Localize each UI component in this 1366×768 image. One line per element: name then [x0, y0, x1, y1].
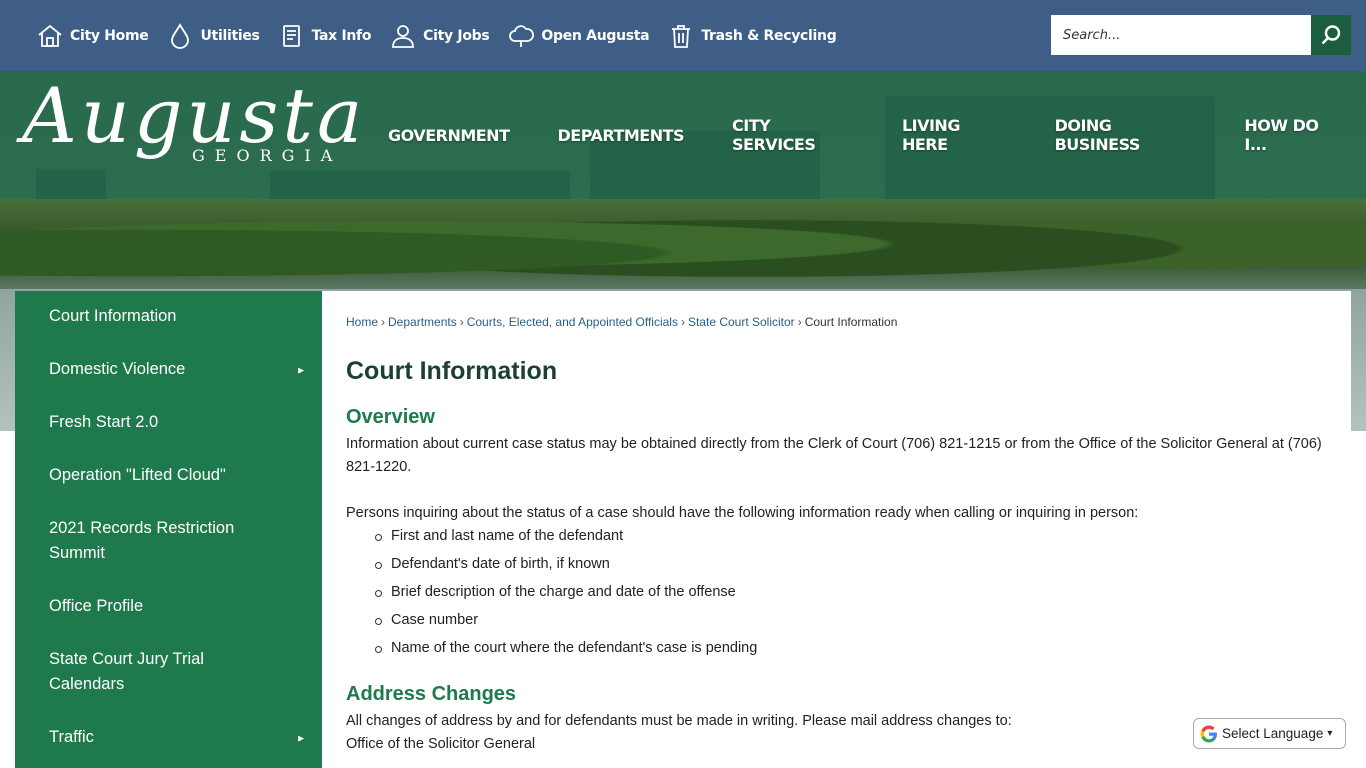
breadcrumb-current: Court Information — [804, 315, 898, 329]
breadcrumb-courts[interactable]: Courts, Elected, and Appointed Officials — [467, 315, 678, 329]
breadcrumb-separator: › — [797, 315, 802, 329]
tree-line-image — [0, 199, 1366, 289]
breadcrumb: Home › Departments › Courts, Elected, and Ap… — [346, 315, 1327, 329]
overview-paragraph: Information about current case status ma… — [346, 436, 1322, 475]
utility-link-label: Open Augusta — [541, 27, 650, 44]
search-button[interactable] — [1311, 15, 1351, 55]
utility-link-city-jobs[interactable]: City Jobs — [389, 22, 490, 50]
list-item: Name of the court where the defendant's … — [375, 637, 1327, 665]
breadcrumb-home[interactable]: Home — [346, 315, 378, 329]
nav-government[interactable]: GOVERNMENT — [364, 126, 533, 145]
nav-how-do-i[interactable]: HOW DO I... — [1220, 116, 1366, 154]
language-select[interactable]: Select Language ▾ — [1193, 718, 1346, 749]
person-icon — [392, 24, 415, 48]
utility-link-city-home[interactable]: City Home — [36, 22, 149, 50]
logo-script: Augusta — [22, 71, 367, 160]
sidebar-item-label: Court Information — [49, 307, 177, 325]
search-input[interactable] — [1051, 15, 1311, 55]
sidebar-item-traffic[interactable]: Traffic ► — [15, 712, 322, 765]
utility-link-tax-info[interactable]: Tax Info — [278, 22, 372, 50]
main-content: Home › Departments › Courts, Elected, and Ap… — [322, 291, 1351, 768]
nav-doing-business[interactable]: DOING BUSINESS — [1031, 116, 1221, 154]
chevron-down-icon: ▾ — [1327, 728, 1333, 739]
utility-link-trash-recycling[interactable]: Trash & Recycling — [667, 22, 837, 50]
utility-link-utilities[interactable]: Utilities — [166, 22, 260, 50]
list-item: Case number — [375, 609, 1327, 637]
logo-subtitle: GEORGIA — [192, 146, 343, 165]
sidebar-item-label: 2021 Records Restriction Summit — [49, 519, 235, 562]
sidebar-item-label: Office Profile — [49, 597, 144, 615]
search-icon — [1321, 25, 1341, 45]
sidebar-item-label: Fresh Start 2.0 — [49, 413, 159, 431]
utility-nav: City Home Utilities Tax Info City Jobs O… — [36, 0, 854, 71]
sidebar-item-records-restriction-summit[interactable]: 2021 Records Restriction Summit — [15, 503, 322, 581]
utility-link-label: City Home — [70, 27, 149, 44]
trash-can-icon — [672, 24, 691, 48]
sidebar-item-court-information[interactable]: Court Information — [15, 291, 322, 344]
inquiry-paragraph: Persons inquiring about the status of a … — [346, 505, 1139, 521]
breadcrumb-state-court-solicitor[interactable]: State Court Solicitor — [688, 315, 795, 329]
sidebar-nav: Court Information Domestic Violence ► Fre… — [15, 291, 322, 768]
submenu-arrow-icon[interactable]: ► — [296, 358, 306, 383]
sidebar-item-office-profile[interactable]: Office Profile — [15, 581, 322, 634]
sidebar-item-fresh-start[interactable]: Fresh Start 2.0 — [15, 397, 322, 450]
house-icon — [38, 24, 62, 47]
page-title: Court Information — [346, 357, 558, 385]
breadcrumb-separator: › — [680, 315, 685, 329]
utility-link-label: Utilities — [200, 27, 260, 44]
augusta-logo[interactable]: Augusta GEORGIA — [22, 78, 362, 193]
sidebar-item-label: State Court Jury Trial Calendars — [49, 650, 204, 693]
list-item: Brief description of the charge and date… — [375, 581, 1327, 609]
submenu-arrow-icon[interactable]: ► — [296, 726, 306, 751]
address-paragraph: All changes of address by and for defend… — [346, 713, 1012, 729]
utility-link-open-augusta[interactable]: Open Augusta — [507, 22, 650, 50]
main-nav: GOVERNMENT DEPARTMENTS CITY SERVICES LIV… — [364, 71, 1366, 199]
list-item: Defendant's date of birth, if known — [375, 553, 1327, 581]
utility-link-label: Trash & Recycling — [701, 27, 837, 44]
sidebar-item-jury-trial-calendars[interactable]: State Court Jury Trial Calendars — [15, 634, 322, 712]
nav-city-services[interactable]: CITY SERVICES — [708, 116, 878, 154]
nav-departments[interactable]: DEPARTMENTS — [533, 126, 708, 145]
water-drop-icon — [171, 22, 190, 49]
sidebar-item-domestic-violence[interactable]: Domestic Violence ► — [15, 344, 322, 397]
cloud-icon — [509, 24, 535, 47]
sidebar-item-operation-lifted-cloud[interactable]: Operation "Lifted Cloud" — [15, 450, 322, 503]
required-info-list: First and last name of the defendant Def… — [375, 525, 1327, 665]
utility-link-label: Tax Info — [311, 27, 372, 44]
sidebar-item-label: Domestic Violence — [49, 360, 186, 378]
sidebar-item-label: Operation "Lifted Cloud" — [49, 466, 226, 484]
utility-bar: City Home Utilities Tax Info City Jobs O… — [0, 0, 1366, 71]
document-icon — [282, 24, 300, 47]
utility-link-label: City Jobs — [423, 27, 490, 44]
overview-heading: Overview — [346, 406, 435, 428]
nav-living-here[interactable]: LIVING HERE — [878, 116, 1031, 154]
breadcrumb-separator: › — [459, 315, 464, 329]
breadcrumb-departments[interactable]: Departments — [388, 315, 457, 329]
list-item: First and last name of the defendant — [375, 525, 1327, 553]
sidebar-item-label: Traffic — [49, 728, 94, 746]
language-select-label: Select Language — [1222, 726, 1324, 741]
address-recipient: Office of the Solicitor General — [346, 736, 536, 752]
address-changes-heading: Address Changes — [346, 683, 517, 705]
breadcrumb-separator: › — [381, 315, 386, 329]
google-icon — [1200, 725, 1217, 742]
